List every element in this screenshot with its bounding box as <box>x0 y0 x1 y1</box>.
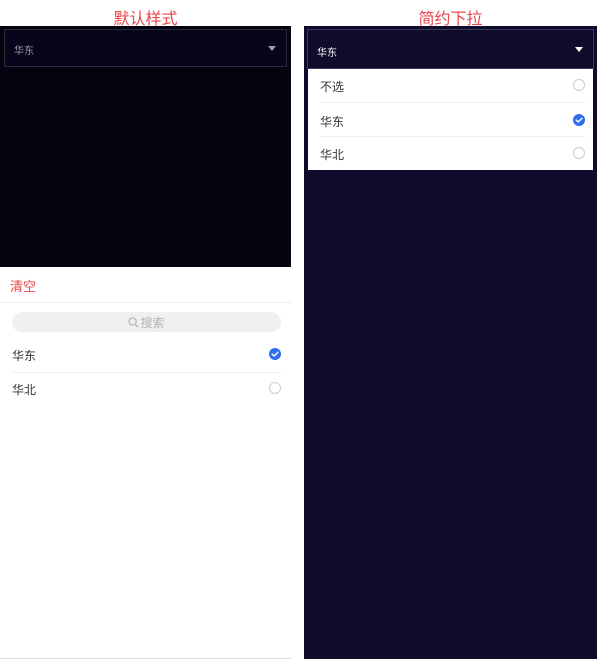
caret-down-icon <box>268 46 276 51</box>
default-style-panel: 华东 清空 搜索 华东 华北 <box>0 26 291 659</box>
clear-button[interactable]: 清空 <box>10 276 36 295</box>
option-none[interactable]: 不选 <box>320 69 585 102</box>
divider <box>0 302 291 303</box>
region-select[interactable]: 华东 <box>307 29 594 69</box>
radio-checked-icon <box>573 114 585 126</box>
option-north-china[interactable]: 华北 <box>320 137 585 170</box>
option-north-china[interactable]: 华北 <box>12 372 281 406</box>
dropdown-menu: 不选 华东 华北 <box>308 69 593 170</box>
row-divider <box>320 102 585 103</box>
option-label: 华东 <box>12 349 37 363</box>
search-placeholder: 搜索 <box>140 315 165 330</box>
region-select-value: 华东 <box>317 48 337 59</box>
search-icon <box>128 316 140 328</box>
radio-unchecked-icon <box>573 147 585 159</box>
radio-unchecked-icon <box>269 382 281 394</box>
option-label: 不选 <box>320 80 345 94</box>
region-select[interactable]: 华东 <box>4 29 287 67</box>
radio-checked-icon <box>269 348 281 360</box>
option-east-china[interactable]: 华东 <box>320 104 585 137</box>
simple-dropdown-panel: 华东 不选 华东 华北 <box>304 26 597 659</box>
option-label: 华东 <box>320 115 345 129</box>
caret-down-icon <box>575 47 583 52</box>
radio-unchecked-icon <box>573 79 585 91</box>
option-east-china[interactable]: 华东 <box>12 338 281 372</box>
search-input[interactable]: 搜索 <box>12 312 281 332</box>
option-sheet: 清空 搜索 华东 华北 <box>0 267 291 659</box>
option-label: 华北 <box>12 383 37 397</box>
region-select-value: 华东 <box>14 46 34 57</box>
option-label: 华北 <box>320 148 345 162</box>
